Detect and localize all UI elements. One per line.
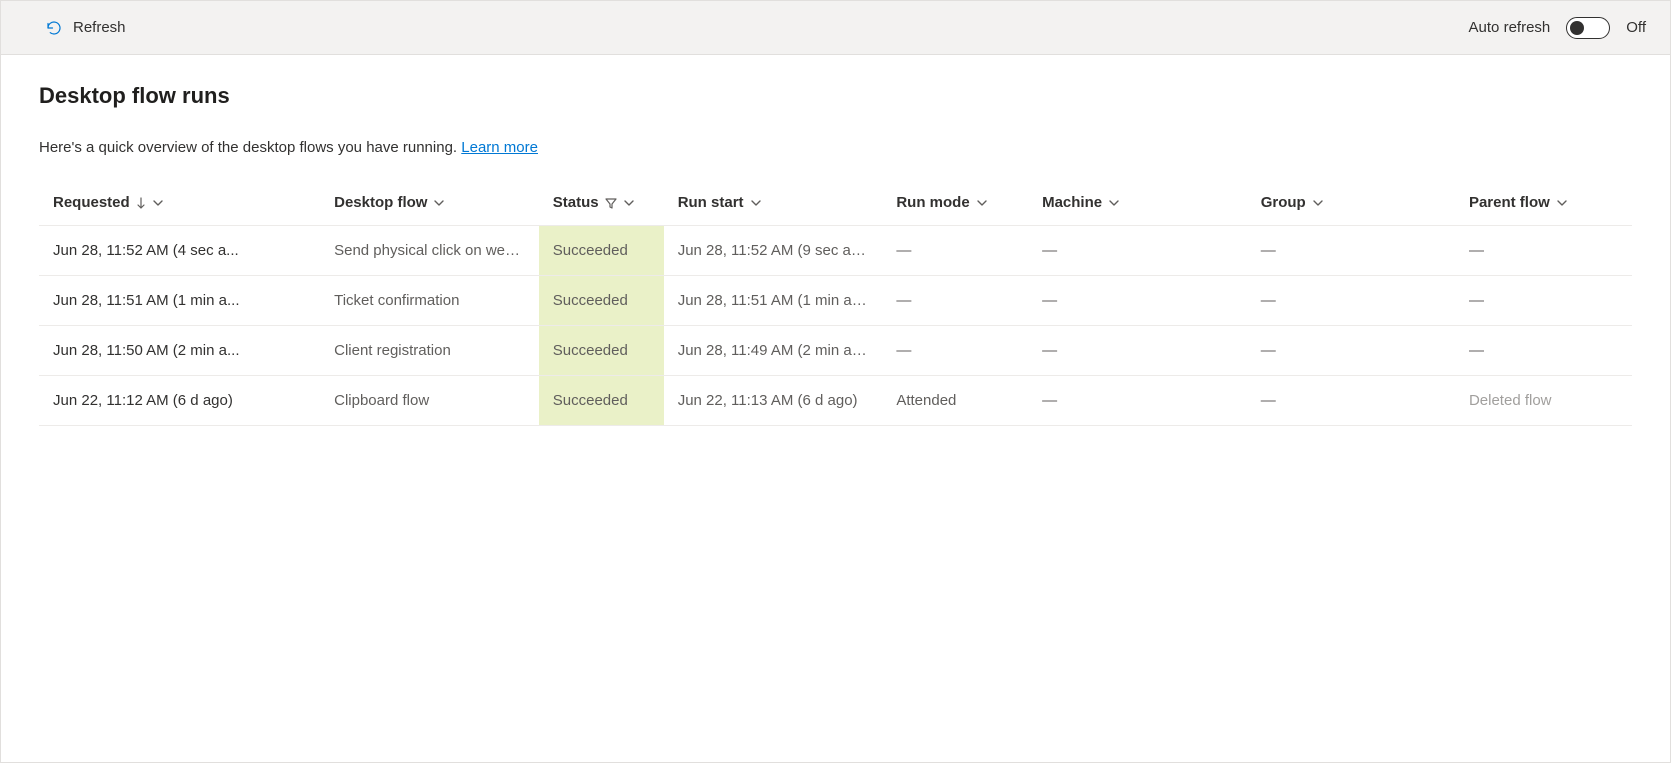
- header-label: Machine: [1042, 194, 1102, 211]
- refresh-label: Refresh: [73, 19, 126, 36]
- cell-group: —: [1247, 276, 1455, 326]
- header-label: Status: [553, 194, 599, 211]
- column-header-desktop-flow[interactable]: Desktop flow: [320, 182, 539, 226]
- column-header-group[interactable]: Group: [1247, 182, 1455, 226]
- cell-run-start: Jun 28, 11:51 AM (1 min ago): [664, 276, 883, 326]
- cell-requested: Jun 22, 11:12 AM (6 d ago): [39, 376, 320, 426]
- cell-run-start: Jun 28, 11:52 AM (9 sec ago): [664, 226, 883, 276]
- cell-run-mode: —: [882, 276, 1028, 326]
- auto-refresh-control: Auto refresh Off: [1469, 17, 1646, 39]
- auto-refresh-state: Off: [1626, 19, 1646, 36]
- column-header-machine[interactable]: Machine: [1028, 182, 1247, 226]
- cell-parent-flow: —: [1455, 276, 1632, 326]
- cell-desktop-flow: Send physical click on web e...: [320, 226, 539, 276]
- auto-refresh-toggle[interactable]: [1566, 17, 1610, 39]
- table-row[interactable]: Jun 28, 11:52 AM (4 sec a...Send physica…: [39, 226, 1632, 276]
- toggle-knob: [1570, 21, 1584, 35]
- cell-group: —: [1247, 326, 1455, 376]
- page-title: Desktop flow runs: [39, 83, 1632, 109]
- chevron-down-icon: [750, 197, 762, 209]
- content-area: Desktop flow runs Here's a quick overvie…: [1, 55, 1670, 454]
- header-label: Requested: [53, 194, 130, 211]
- cell-machine: —: [1028, 276, 1247, 326]
- column-header-run-start[interactable]: Run start: [664, 182, 883, 226]
- cell-desktop-flow: Client registration: [320, 326, 539, 376]
- cell-status: Succeeded: [539, 376, 664, 426]
- cell-requested: Jun 28, 11:51 AM (1 min a...: [39, 276, 320, 326]
- cell-parent-flow: —: [1455, 226, 1632, 276]
- header-label: Parent flow: [1469, 194, 1550, 211]
- header-label: Run mode: [896, 194, 969, 211]
- filter-icon: [605, 197, 617, 209]
- cell-run-start: Jun 22, 11:13 AM (6 d ago): [664, 376, 883, 426]
- cell-status: Succeeded: [539, 226, 664, 276]
- cell-group: —: [1247, 376, 1455, 426]
- chevron-down-icon: [1108, 197, 1120, 209]
- column-header-parent-flow[interactable]: Parent flow: [1455, 182, 1632, 226]
- header-label: Group: [1261, 194, 1306, 211]
- cell-machine: —: [1028, 226, 1247, 276]
- cell-parent-flow: Deleted flow: [1455, 376, 1632, 426]
- learn-more-link[interactable]: Learn more: [461, 139, 538, 156]
- refresh-icon: [45, 19, 63, 37]
- refresh-button[interactable]: Refresh: [45, 19, 126, 37]
- chevron-down-icon: [1312, 197, 1324, 209]
- cell-desktop-flow: Clipboard flow: [320, 376, 539, 426]
- cell-run-mode: —: [882, 226, 1028, 276]
- runs-table: Requested Desktop flow: [39, 182, 1632, 426]
- cell-run-mode: Attended: [882, 376, 1028, 426]
- cell-run-start: Jun 28, 11:49 AM (2 min ago): [664, 326, 883, 376]
- page-subtitle: Here's a quick overview of the desktop f…: [39, 139, 1632, 156]
- header-label: Run start: [678, 194, 744, 211]
- chevron-down-icon: [623, 197, 635, 209]
- header-label: Desktop flow: [334, 194, 427, 211]
- toolbar: Refresh Auto refresh Off: [1, 1, 1670, 55]
- sort-desc-icon: [136, 197, 146, 209]
- cell-run-mode: —: [882, 326, 1028, 376]
- column-header-run-mode[interactable]: Run mode: [882, 182, 1028, 226]
- column-header-requested[interactable]: Requested: [39, 182, 320, 226]
- cell-machine: —: [1028, 376, 1247, 426]
- cell-machine: —: [1028, 326, 1247, 376]
- cell-requested: Jun 28, 11:52 AM (4 sec a...: [39, 226, 320, 276]
- auto-refresh-label: Auto refresh: [1469, 19, 1551, 36]
- chevron-down-icon: [976, 197, 988, 209]
- cell-status: Succeeded: [539, 276, 664, 326]
- cell-requested: Jun 28, 11:50 AM (2 min a...: [39, 326, 320, 376]
- table-row[interactable]: Jun 28, 11:51 AM (1 min a...Ticket confi…: [39, 276, 1632, 326]
- cell-parent-flow: —: [1455, 326, 1632, 376]
- cell-desktop-flow: Ticket confirmation: [320, 276, 539, 326]
- cell-group: —: [1247, 226, 1455, 276]
- column-header-status[interactable]: Status: [539, 182, 664, 226]
- table-row[interactable]: Jun 22, 11:12 AM (6 d ago)Clipboard flow…: [39, 376, 1632, 426]
- chevron-down-icon: [1556, 197, 1568, 209]
- chevron-down-icon: [433, 197, 445, 209]
- table-row[interactable]: Jun 28, 11:50 AM (2 min a...Client regis…: [39, 326, 1632, 376]
- chevron-down-icon: [152, 197, 164, 209]
- cell-status: Succeeded: [539, 326, 664, 376]
- subtitle-text: Here's a quick overview of the desktop f…: [39, 139, 461, 156]
